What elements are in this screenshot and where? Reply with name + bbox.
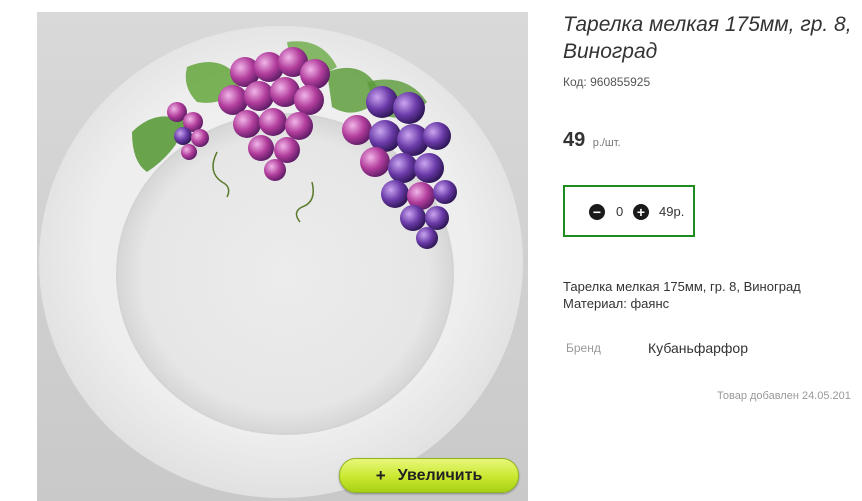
brand-value: Кубаньфарфор [648,340,749,356]
quantity-selector: − 0 + 49р. [563,185,695,237]
plus-icon: + [375,465,386,485]
zoom-button[interactable]: + Увеличить [339,458,519,493]
product-code: Код: 960855925 [563,75,650,89]
description-line: Тарелка мелкая 175мм, гр. 8, Виноград [563,279,801,294]
product-image[interactable]: + Увеличить [37,12,528,501]
material-line: Материал: фаянс [563,296,670,311]
product-code-label: Код: [563,75,587,89]
product-title: Тарелка мелкая 175мм, гр. 8, Виноград [563,13,852,63]
price-value: 49 [563,129,586,151]
product-price: 49 р./шт. [563,129,621,152]
added-date: Товар добавлен 24.05.201 [717,390,851,402]
zoom-button-label: Увеличить [397,466,483,484]
product-code-value: 960855925 [590,75,651,89]
quantity-value: 0 [616,204,624,219]
plus-circle-icon[interactable]: + [633,204,649,220]
plate-image [39,26,523,498]
brand-label: Бренд [566,341,601,355]
minus-icon[interactable]: − [589,204,605,220]
price-unit: р./шт. [592,137,621,149]
product-description: Тарелка мелкая 175мм, гр. 8, Виноград Ма… [563,278,801,312]
cart-sum: 49р. [659,204,685,219]
